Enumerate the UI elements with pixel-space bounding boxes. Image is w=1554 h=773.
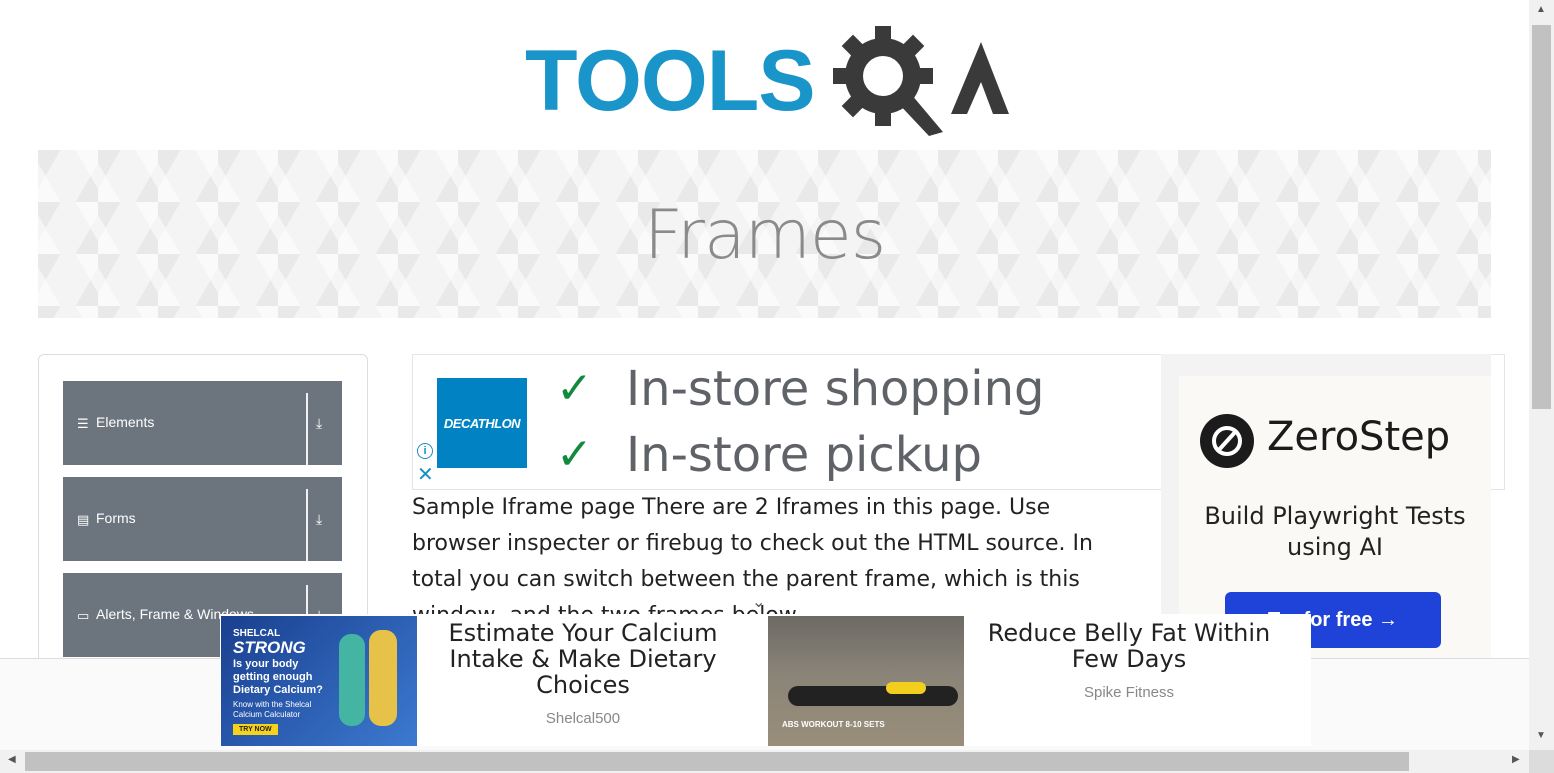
person-figure bbox=[788, 686, 958, 706]
sidebar-item-label: Elements bbox=[96, 414, 155, 430]
ad-line: In-store shopping bbox=[626, 361, 1045, 417]
decathlon-logo[interactable]: DECATHLON bbox=[437, 378, 527, 468]
window-icon: ▭ bbox=[77, 608, 90, 623]
ad-headline[interactable]: Estimate Your Calcium Intake & Make Diet… bbox=[436, 620, 730, 698]
download-arrow-icon: ⤓ bbox=[316, 511, 323, 527]
sidebar-item-elements[interactable]: ☰ Elements ⤓ bbox=[63, 381, 342, 465]
toolsqa-logo[interactable]: TOOLS bbox=[525, 24, 1009, 136]
sidebar-item-forms[interactable]: ▤ Forms ⤓ bbox=[63, 477, 342, 561]
ad-brand: ZeroStep bbox=[1267, 414, 1451, 460]
ad-headline[interactable]: Reduce Belly Fat Within Few Days bbox=[976, 620, 1282, 672]
scroll-down-icon[interactable]: ▼ bbox=[1536, 730, 1546, 741]
scroll-up-icon[interactable]: ▲ bbox=[1536, 4, 1546, 15]
gear-q-icon bbox=[833, 26, 1009, 136]
download-arrow-icon: ⤓ bbox=[316, 415, 323, 431]
scrollbar-corner bbox=[1529, 750, 1554, 773]
chevron-down-icon[interactable]: ⌄ bbox=[752, 592, 765, 612]
ad-image-text: Know with the Shelcal Calcium Calculator bbox=[233, 700, 312, 719]
divider bbox=[306, 393, 308, 465]
ad-source: Spike Fitness bbox=[1083, 684, 1175, 701]
close-icon[interactable]: ✕ bbox=[417, 465, 434, 485]
sidebar-item-label: Forms bbox=[96, 510, 136, 526]
scroll-thumb[interactable] bbox=[25, 752, 1409, 771]
scroll-thumb[interactable] bbox=[1532, 25, 1551, 409]
vertical-scrollbar[interactable]: ▲ ▼ bbox=[1529, 0, 1554, 750]
zerostep-logo-icon bbox=[1200, 414, 1254, 468]
page-title: Frames bbox=[643, 196, 886, 275]
horizontal-scrollbar[interactable]: ◀ ▶ bbox=[0, 750, 1529, 773]
doc-icon: ▤ bbox=[77, 512, 90, 527]
ad-image-text: ABS WORKOUT 8-10 SETS bbox=[782, 720, 885, 729]
ad-image-text: Is your body getting enough Dietary Calc… bbox=[233, 658, 323, 696]
scroll-left-icon[interactable]: ◀ bbox=[8, 754, 16, 765]
person-figure bbox=[369, 630, 397, 726]
ad-info-icon[interactable]: i bbox=[417, 443, 433, 459]
zerostep-mark-icon bbox=[1212, 426, 1242, 456]
resistance-band bbox=[886, 682, 926, 694]
ad-image[interactable]: SHELCAL STRONG Is your body getting enou… bbox=[221, 616, 417, 746]
check-icon: ✓ bbox=[556, 430, 593, 479]
bottom-ad-unit[interactable]: SHELCAL STRONG Is your body getting enou… bbox=[220, 614, 1311, 746]
divider bbox=[306, 489, 308, 561]
ad-image-button: TRY NOW bbox=[233, 724, 278, 735]
ad-image[interactable]: ABS WORKOUT 8-10 SETS bbox=[768, 616, 964, 746]
frame-description: Sample Iframe page There are 2 Iframes i… bbox=[412, 495, 1093, 628]
page-banner: Frames bbox=[38, 150, 1491, 318]
ad-line: In-store pickup bbox=[626, 427, 982, 483]
check-icon: ✓ bbox=[556, 364, 593, 413]
list-icon: ☰ bbox=[77, 416, 89, 431]
scroll-right-icon[interactable]: ▶ bbox=[1512, 754, 1520, 765]
ad-image-text: STRONG bbox=[233, 638, 306, 657]
ad-source: Shelcal500 bbox=[545, 710, 621, 727]
person-figure bbox=[339, 634, 365, 726]
logo-text: TOOLS bbox=[525, 33, 816, 129]
ad-tagline: Build Playwright Tests using AI bbox=[1204, 502, 1466, 561]
